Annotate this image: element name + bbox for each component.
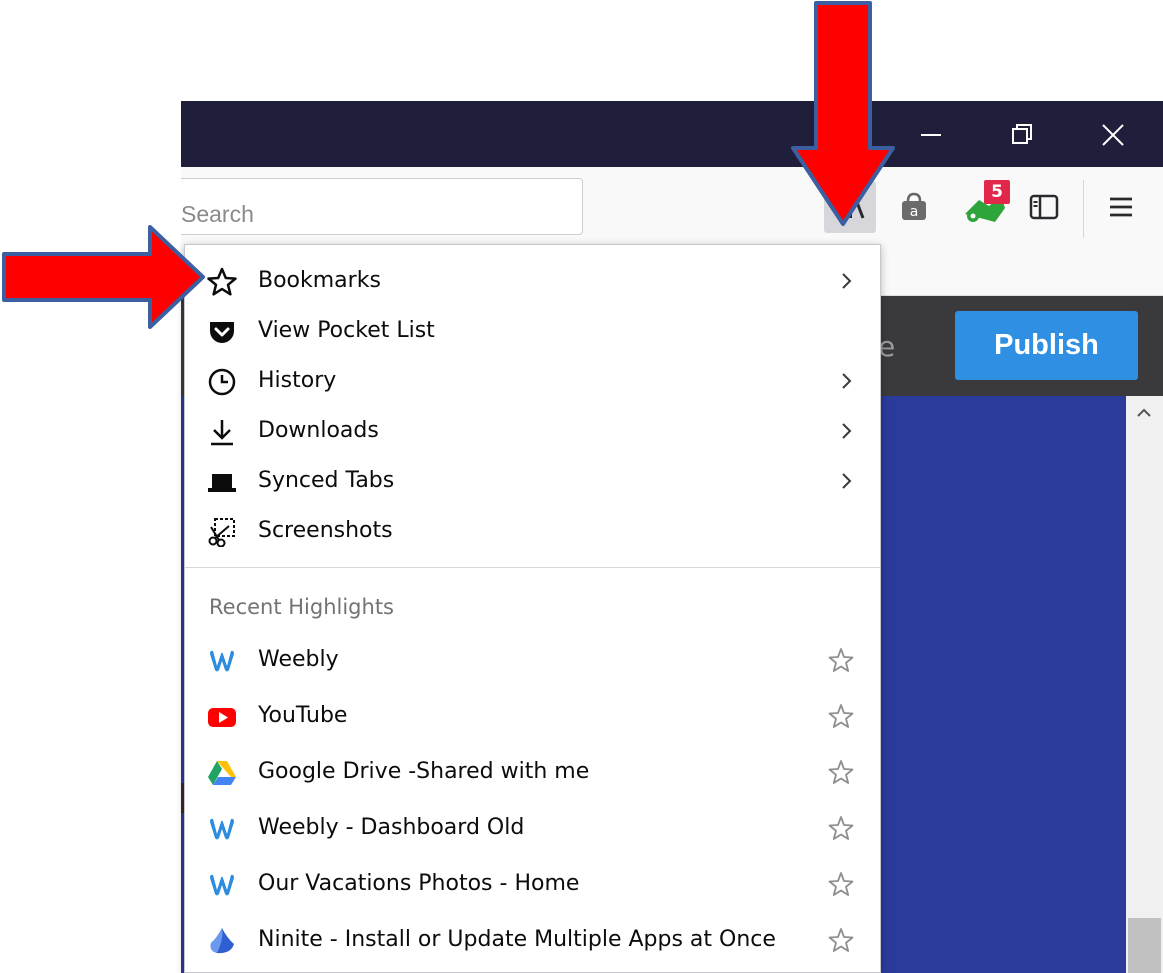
scrollbar-thumb[interactable] xyxy=(1128,918,1161,973)
annotation-arrow-down-icon xyxy=(791,1,895,226)
title-bar xyxy=(181,101,1163,167)
close-window-button[interactable] xyxy=(1078,101,1148,167)
highlight-item[interactable]: Our Vacations Photos - Home xyxy=(185,857,880,913)
menu-item-downloads[interactable]: Downloads xyxy=(185,406,880,456)
star-outline-icon[interactable] xyxy=(828,703,854,729)
search-input[interactable] xyxy=(181,178,583,235)
chevron-right-icon xyxy=(842,423,852,439)
menu-item-history[interactable]: History xyxy=(185,356,880,406)
star-outline-icon[interactable] xyxy=(828,815,854,841)
highlight-label: Weebly - Dashboard Old xyxy=(258,815,525,840)
highlight-item[interactable]: YouTube xyxy=(185,689,880,745)
annotation-arrow-right-icon xyxy=(2,225,205,329)
restore-button[interactable] xyxy=(984,101,1054,167)
shopping-bag-icon: a xyxy=(902,192,926,220)
chevron-right-icon xyxy=(842,373,852,389)
toolbar-separator xyxy=(1083,180,1084,238)
sidebar-icon xyxy=(1029,194,1059,220)
menu-separator xyxy=(185,567,880,568)
minimize-icon xyxy=(921,134,941,136)
menu-item-synced-tabs[interactable]: Synced Tabs xyxy=(185,456,880,506)
notification-badge: 5 xyxy=(984,180,1010,204)
star-outline-icon[interactable] xyxy=(828,647,854,673)
star-outline-icon[interactable] xyxy=(828,759,854,785)
highlight-label: Ninite - Install or Update Multiple Apps… xyxy=(258,927,776,952)
menu-item-label: View Pocket List xyxy=(258,318,435,343)
highlight-label: YouTube xyxy=(258,703,348,728)
hamburger-icon xyxy=(1110,197,1132,217)
menu-item-label: Bookmarks xyxy=(258,268,381,293)
highlight-label: Our Vacations Photos - Home xyxy=(258,871,580,896)
close-icon xyxy=(1102,124,1124,146)
weebly-icon xyxy=(207,870,237,900)
sidebar-toggle-button[interactable] xyxy=(1018,181,1070,233)
menu-item-pocket[interactable]: View Pocket List xyxy=(185,306,880,356)
restore-icon xyxy=(1012,124,1032,144)
chevron-right-icon xyxy=(842,473,852,489)
star-outline-icon[interactable] xyxy=(828,871,854,897)
menu-item-label: Downloads xyxy=(258,418,379,443)
highlight-item[interactable]: Weebly xyxy=(185,633,880,689)
clock-icon xyxy=(207,367,237,397)
menu-item-label: Synced Tabs xyxy=(258,468,395,493)
extension-button[interactable]: 5 xyxy=(958,176,1018,236)
star-outline-icon[interactable] xyxy=(828,927,854,953)
svg-text:a: a xyxy=(910,204,919,220)
minimize-button[interactable] xyxy=(896,101,966,167)
highlight-label: Google Drive -Shared with me xyxy=(258,759,590,784)
highlight-item[interactable]: Weebly - Dashboard Old xyxy=(185,801,880,857)
menu-item-label: History xyxy=(258,368,337,393)
highlight-label: Weebly xyxy=(258,647,339,672)
screenshots-icon xyxy=(207,517,237,547)
publish-button[interactable]: Publish xyxy=(955,311,1138,380)
ninite-icon xyxy=(207,926,237,956)
scrollbar[interactable] xyxy=(1126,396,1163,973)
menu-item-screenshots[interactable]: Screenshots xyxy=(185,506,880,556)
weebly-icon xyxy=(207,814,237,844)
menu-button[interactable] xyxy=(1095,181,1147,233)
chevron-right-icon xyxy=(842,273,852,289)
download-icon xyxy=(207,417,237,447)
synced-tabs-icon xyxy=(207,467,237,497)
library-menu: Bookmarks View Pocket List History Downl… xyxy=(184,244,881,973)
google-drive-icon xyxy=(207,758,237,788)
weebly-icon xyxy=(207,646,237,676)
menu-item-label: Screenshots xyxy=(258,518,393,543)
youtube-icon xyxy=(207,702,237,732)
highlight-item[interactable]: Ninite - Install or Update Multiple Apps… xyxy=(185,913,880,969)
star-outline-icon xyxy=(207,267,237,297)
scroll-up-icon[interactable] xyxy=(1132,402,1156,422)
menu-item-bookmarks[interactable]: Bookmarks xyxy=(185,256,880,306)
highlight-item[interactable]: Google Drive -Shared with me xyxy=(185,745,880,801)
pocket-icon xyxy=(207,317,237,347)
recent-highlights-heading: Recent Highlights xyxy=(209,595,395,619)
